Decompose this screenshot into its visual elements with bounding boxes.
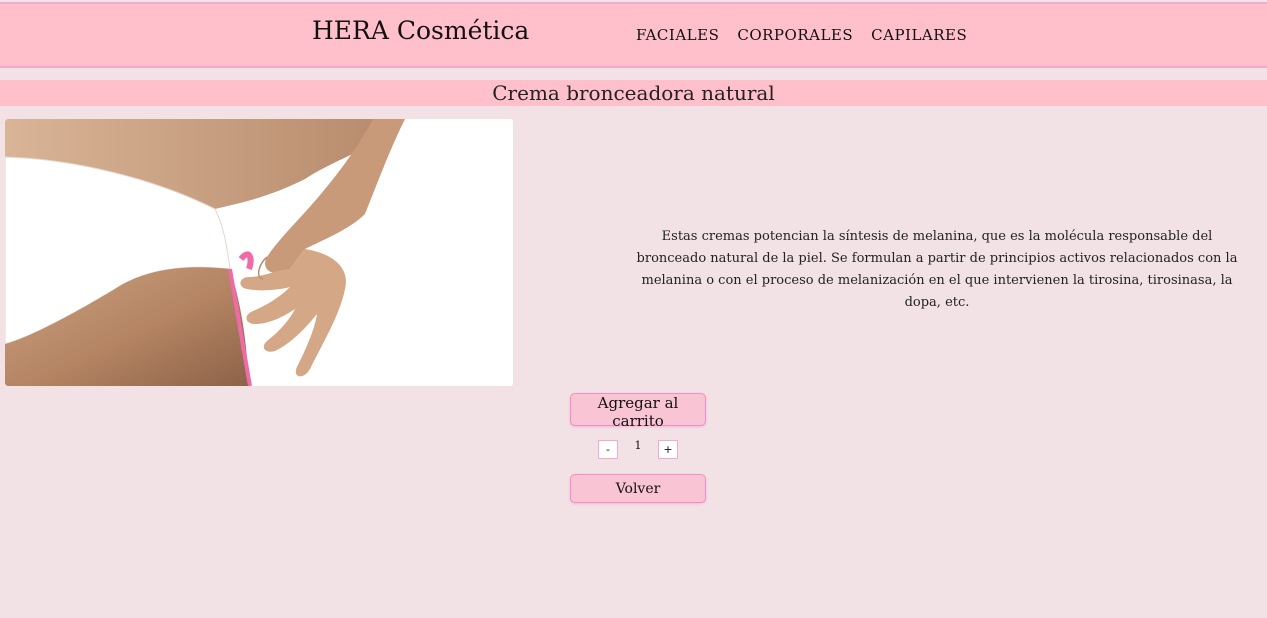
product-title: Crema bronceadora natural bbox=[492, 81, 775, 105]
nav-item-faciales[interactable]: FACIALES bbox=[636, 26, 719, 44]
quantity-value: 1 bbox=[634, 439, 642, 452]
product-image bbox=[5, 119, 513, 386]
product-description: Estas cremas potencian la síntesis de me… bbox=[636, 229, 1238, 310]
quantity-decrease-button[interactable]: - bbox=[598, 440, 618, 459]
product-title-bar: Crema bronceadora natural bbox=[0, 80, 1267, 106]
top-navbar: HERA Cosmética FACIALES CORPORALES CAPIL… bbox=[0, 2, 1267, 68]
quantity-increase-button[interactable]: + bbox=[658, 440, 678, 459]
main-nav: FACIALES CORPORALES CAPILARES bbox=[636, 26, 967, 44]
product-photo-illustration bbox=[5, 119, 513, 386]
nav-item-capilares[interactable]: CAPILARES bbox=[871, 26, 967, 44]
brand-logo-text[interactable]: HERA Cosmética bbox=[312, 16, 529, 45]
nav-item-corporales[interactable]: CORPORALES bbox=[737, 26, 853, 44]
add-to-cart-button[interactable]: Agregar al carrito bbox=[570, 393, 706, 430]
back-button[interactable]: Volver bbox=[570, 474, 706, 503]
